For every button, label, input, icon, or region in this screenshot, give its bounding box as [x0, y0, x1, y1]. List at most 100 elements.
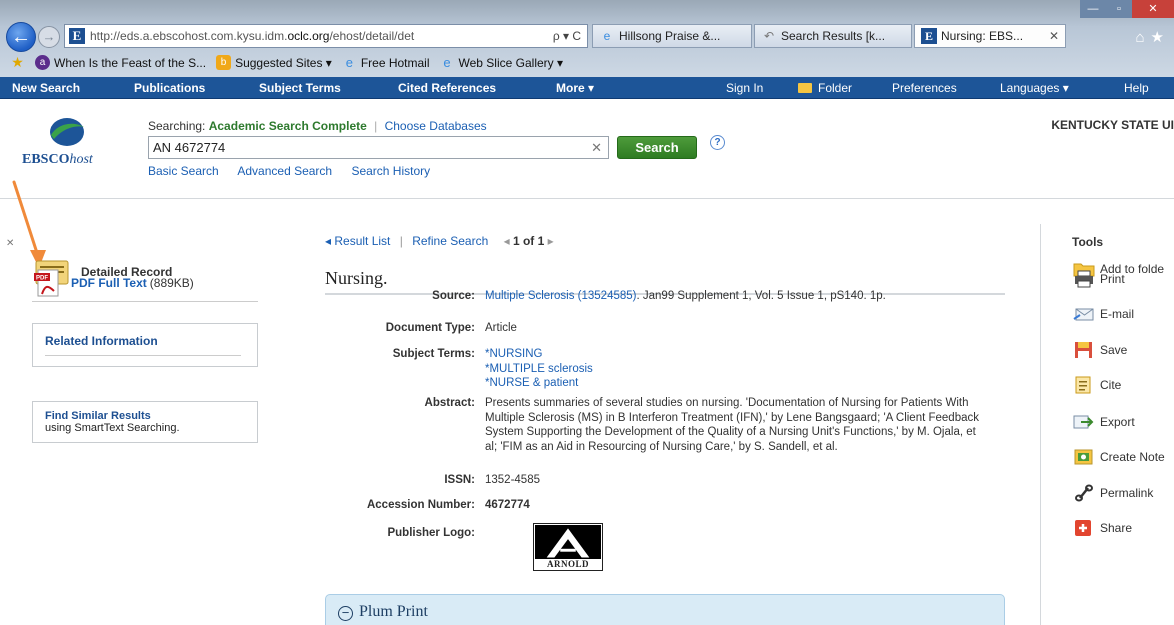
tab-nursing-ebsco[interactable]: E Nursing: EBS... ✕ — [914, 24, 1066, 48]
nav-sign-in[interactable]: Sign In — [726, 77, 763, 99]
share-plus-icon — [1075, 520, 1091, 536]
result-navigation: ◂ Result List | Refine Search ◂ 1 of 1 ▸ — [325, 234, 554, 248]
pdf-full-text-item[interactable]: PDF PDF Full Text (889KB) — [34, 269, 194, 297]
forward-button[interactable]: → — [38, 26, 60, 48]
nav-publications[interactable]: Publications — [134, 77, 205, 99]
search-box[interactable]: ✕ — [148, 136, 609, 159]
svg-text:PDF: PDF — [36, 276, 48, 282]
nav-more[interactable]: More ▾ — [556, 77, 594, 99]
plum-print-panel[interactable]: − Plum Print — [325, 594, 1005, 625]
arnold-logo-icon — [546, 528, 590, 558]
browser-chrome: ← → E http://eds.a.ebscohost.com.kysu.id… — [0, 0, 1174, 77]
tool-email[interactable]: E-mail — [1073, 305, 1134, 323]
printer-icon — [1075, 270, 1093, 288]
fav-free-hotmail[interactable]: e Free Hotmail — [342, 55, 430, 70]
tool-share[interactable]: Share — [1073, 519, 1132, 537]
ebsco-logo-icon — [50, 118, 84, 146]
subject-term-link[interactable]: *MULTIPLE sclerosis — [485, 362, 985, 377]
source-link[interactable]: Multiple Sclerosis (13524585) — [485, 290, 637, 302]
related-information-box: Related Information — [32, 323, 258, 367]
orange-arrow-icon — [12, 180, 46, 268]
tool-create-note[interactable]: Create Note — [1073, 448, 1165, 466]
nav-new-search[interactable]: New Search — [12, 77, 80, 99]
field-subject-terms: Subject Terms: *NURSING *MULTIPLE sclero… — [325, 347, 1005, 391]
nav-cited-references[interactable]: Cited References — [398, 77, 496, 99]
find-similar-box: Find Similar Results using SmartText Sea… — [32, 401, 258, 443]
tool-cite[interactable]: Cite — [1073, 376, 1121, 394]
left-divider — [32, 301, 258, 302]
nav-preferences[interactable]: Preferences — [892, 77, 957, 99]
maximize-icon[interactable]: ▫ — [1106, 0, 1132, 18]
window-controls: — ▫ ✕ — [1080, 0, 1174, 18]
subject-term-link[interactable]: *NURSE & patient — [485, 376, 985, 391]
plum-print-title: Plum Print — [359, 603, 428, 620]
ebsco-top-nav: New Search Publications Subject Terms Ci… — [0, 77, 1174, 99]
url-text: http://eds.a.ebscohost.com.kysu.idm.oclc… — [90, 29, 415, 43]
nav-folder[interactable]: Folder — [798, 77, 852, 99]
ie-icon: e — [345, 55, 353, 70]
tools-divider — [1040, 224, 1041, 625]
email-icon — [1073, 308, 1094, 321]
field-issn: ISSN: 1352-4585 — [444, 474, 540, 486]
subject-term-link[interactable]: *NURSING — [485, 347, 985, 362]
pdf-icon: PDF — [34, 269, 59, 297]
ie-icon: e — [443, 55, 451, 70]
clear-icon[interactable]: ✕ — [591, 140, 602, 156]
cite-icon — [1075, 376, 1091, 394]
field-accession-number: Accession Number: 4672774 — [366, 499, 530, 511]
home-favorites-icons[interactable]: ⌂★ — [1135, 28, 1170, 46]
find-similar-link[interactable]: Find Similar Results — [45, 410, 245, 422]
history-icon: ↶ — [763, 29, 775, 43]
export-icon — [1073, 415, 1094, 429]
help-icon[interactable]: ? — [710, 135, 725, 150]
nav-help[interactable]: Help — [1124, 77, 1149, 99]
search-history-link[interactable]: Search History — [351, 164, 430, 178]
browser-nav-row: ← → E http://eds.a.ebscohost.com.kysu.id… — [0, 0, 1174, 52]
record-title: Nursing. — [325, 268, 388, 288]
search-input[interactable] — [149, 137, 579, 158]
tool-save[interactable]: Save — [1073, 341, 1127, 359]
ebsco-favicon-icon: E — [921, 28, 937, 44]
refine-search-link[interactable]: Refine Search — [412, 234, 488, 248]
bing-icon: b — [216, 55, 232, 70]
favorites-bar: ★ a When Is the Feast of the S... b Sugges… — [0, 48, 1174, 77]
field-publisher-logo: Publisher Logo: — [387, 527, 475, 539]
prev-result-icon[interactable]: ◂ — [504, 234, 510, 248]
result-list-link[interactable]: ◂ Result List — [325, 234, 390, 248]
ebsco-favicon-icon: E — [69, 28, 85, 44]
fav-web-slice[interactable]: e Web Slice Gallery ▾ — [440, 55, 563, 70]
next-result-icon[interactable]: ▸ — [548, 234, 554, 248]
fav-feast[interactable]: a When Is the Feast of the S... — [35, 55, 206, 70]
find-similar-sub: using SmartText Searching. — [45, 422, 180, 434]
search-refresh-icon[interactable]: ρ ▾ C — [547, 29, 587, 43]
searching-line: Searching: Academic Search Complete | Ch… — [148, 119, 487, 133]
favorites-star-icon[interactable]: ★ — [10, 55, 25, 70]
basic-search-link[interactable]: Basic Search — [148, 164, 219, 178]
field-source: Source: Multiple Sclerosis (13524585). J… — [432, 290, 886, 302]
nav-subject-terms[interactable]: Subject Terms — [259, 77, 341, 99]
advanced-search-link[interactable]: Advanced Search — [237, 164, 332, 178]
save-icon — [1075, 342, 1092, 358]
close-tab-icon[interactable]: ✕ — [1043, 29, 1059, 43]
close-window-icon[interactable]: ✕ — [1132, 0, 1174, 18]
tool-export[interactable]: Export — [1073, 413, 1135, 431]
tool-print[interactable]: Print — [1073, 270, 1125, 288]
star-icon[interactable]: ★ — [1151, 29, 1170, 46]
ebscohost-logo[interactable]: EBSCOhost — [22, 117, 122, 168]
related-information-title[interactable]: Related Information — [45, 334, 245, 348]
search-button[interactable]: Search — [617, 136, 697, 159]
result-position: 1 of 1 — [512, 234, 545, 248]
home-icon[interactable]: ⌂ — [1135, 29, 1150, 46]
nav-languages[interactable]: Languages ▾ — [1000, 77, 1069, 99]
tools-title: Tools — [1072, 235, 1104, 249]
address-bar[interactable]: E http://eds.a.ebscohost.com.kysu.idm.oc… — [64, 24, 588, 48]
search-mode-links: Basic Search Advanced Search Search Hist… — [148, 164, 446, 178]
folder-icon — [798, 83, 812, 93]
tab-search-results[interactable]: ↶ Search Results [k... — [754, 24, 912, 48]
minimize-icon[interactable]: — — [1080, 0, 1106, 18]
collapse-icon[interactable]: − — [338, 606, 353, 621]
tool-permalink[interactable]: Permalink — [1073, 484, 1153, 502]
fav-suggested-sites[interactable]: b Suggested Sites ▾ — [216, 55, 332, 70]
tab-hillsong[interactable]: e Hillsong Praise &... — [592, 24, 752, 48]
choose-databases-link[interactable]: Choose Databases — [385, 119, 487, 133]
